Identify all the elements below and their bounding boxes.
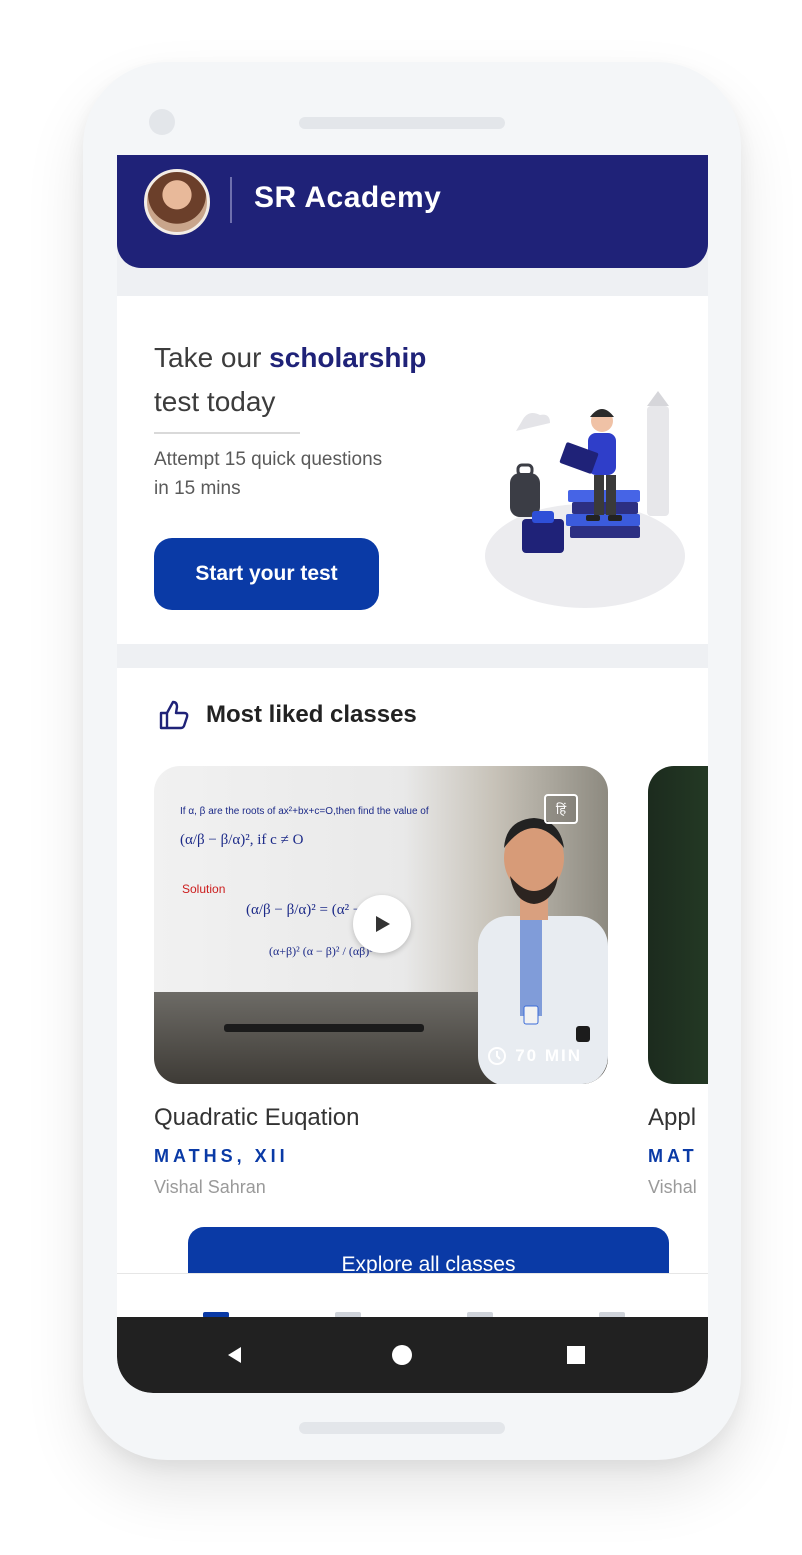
promo-heading-highlight: scholarship (269, 342, 427, 373)
promo-heading: Take our scholarship test today (154, 336, 484, 424)
promo-subtitle-line1: Attempt 15 quick questions (154, 449, 383, 470)
promo-subtitle-line2: in 15 mins (154, 478, 241, 499)
app-header: SR Academy (117, 155, 708, 268)
start-test-button[interactable]: Start your test (154, 538, 379, 610)
class-card[interactable]: If α, β are the roots of ax²+bx+c=O,then… (154, 766, 608, 1198)
class-thumbnail[interactable]: If α, β are the roots of ax²+bx+c=O,then… (154, 766, 608, 1084)
hindi-language-badge: हिं (544, 794, 578, 824)
thumbs-up-icon (159, 700, 189, 730)
section-title: Most liked classes (206, 701, 417, 728)
teacher-photo (478, 818, 608, 1084)
class-title: Appl (648, 1104, 697, 1131)
student-illustration (485, 391, 685, 608)
home-circle-icon[interactable] (386, 1339, 418, 1371)
play-icon (376, 916, 390, 932)
profile-avatar[interactable] (144, 169, 210, 235)
board-expression: (α/β − β/α)², if c ≠ O (180, 832, 304, 848)
promo-divider (154, 432, 300, 434)
recents-square-icon[interactable] (560, 1339, 592, 1371)
class-subject: MAT (648, 1146, 698, 1166)
board-solution-label: Solution (182, 882, 226, 896)
app-title: SR Academy (254, 181, 442, 214)
header-divider (230, 177, 232, 223)
class-card[interactable]: Appl MAT Vishal (648, 766, 708, 1198)
phone-bottom-bar (299, 1422, 505, 1434)
clock-icon (488, 1047, 507, 1065)
class-title: Quadratic Euqation (154, 1104, 360, 1131)
app-screen: SR Academy Take our scholarship test tod… (117, 155, 708, 1393)
class-teacher: Vishal Sahran (154, 1177, 266, 1197)
section-header: Most liked classes (157, 698, 417, 732)
promo-heading-suffix: test today (154, 386, 276, 417)
system-nav-bar (117, 1317, 708, 1393)
duration-text: 70 MIN (515, 1046, 582, 1065)
bottom-nav-bar (117, 1273, 708, 1318)
board-question: If α, β are the roots of ax²+bx+c=O,then… (180, 806, 429, 817)
front-camera (149, 109, 175, 135)
scholarship-promo-card: Take our scholarship test today Attempt … (117, 296, 708, 644)
class-teacher: Vishal (648, 1177, 697, 1197)
whiteboard-ledge (224, 1024, 424, 1032)
promo-subtitle: Attempt 15 quick questions in 15 mins (154, 445, 454, 503)
back-triangle-icon[interactable] (219, 1339, 251, 1371)
class-thumbnail[interactable] (648, 766, 708, 1084)
most-liked-section: Most liked classes If α, β are the roots… (117, 668, 708, 1307)
class-duration: 70 MIN (487, 1046, 582, 1066)
earpiece-speaker (299, 117, 505, 129)
promo-heading-prefix: Take our (154, 342, 270, 373)
board-step-2: (α+β)² (α − β)² / (αβ)² (269, 944, 373, 958)
class-subject: MATHS, XII (154, 1146, 289, 1166)
play-button[interactable] (353, 895, 411, 953)
